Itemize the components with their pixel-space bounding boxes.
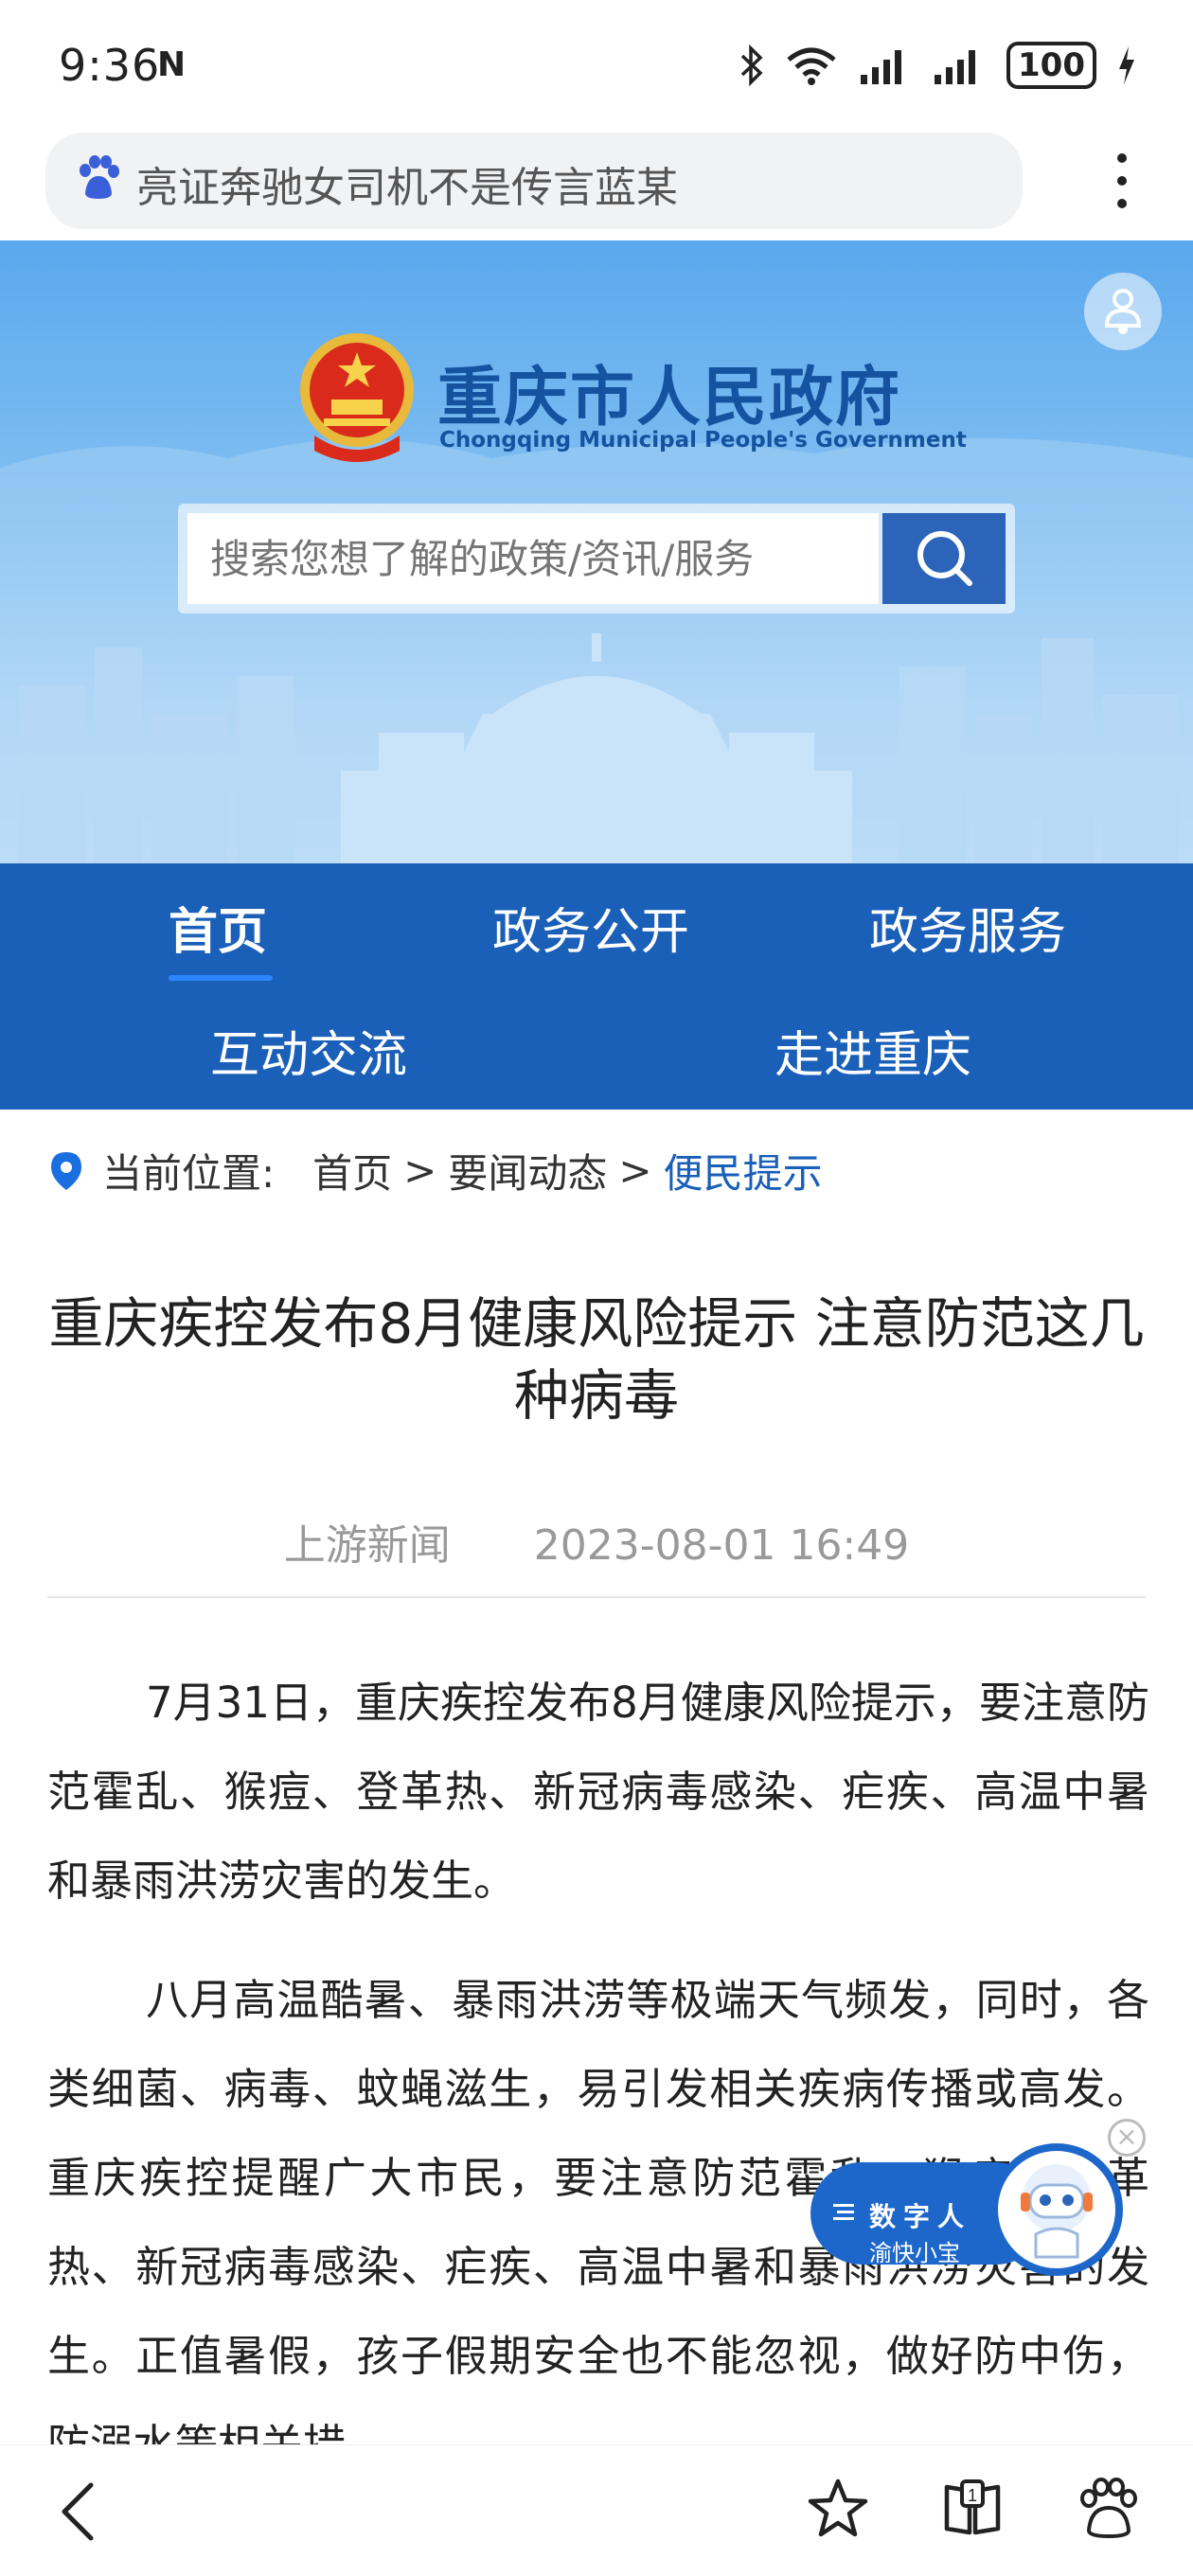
assistant-name: 渝快小宝 <box>869 2240 960 2266</box>
browser-bottom-bar: 1 <box>0 2444 1193 2576</box>
status-bar: 9:36 N 100 <box>0 0 1193 133</box>
article-source: 上游新闻 <box>283 1521 451 1570</box>
site-title: 重庆市人民政府 <box>437 361 902 435</box>
breadcrumb-home[interactable]: 首页 <box>312 1142 392 1199</box>
back-icon[interactable] <box>57 2481 98 2542</box>
bluetooth-icon <box>740 44 763 86</box>
nav-about-chongqing[interactable]: 走进重庆 <box>775 1015 971 1086</box>
breadcrumb-separator: > <box>618 1147 652 1194</box>
breadcrumb-news[interactable]: 要闻动态 <box>448 1142 607 1199</box>
baidu-home-icon[interactable] <box>1077 2478 1140 2540</box>
search-icon <box>917 530 972 586</box>
location-pin-icon <box>51 1151 81 1190</box>
nfc-icon: N <box>157 45 187 84</box>
accessibility-button[interactable] <box>1084 273 1162 350</box>
site-search <box>178 504 1015 613</box>
status-icons: 100 <box>739 42 1136 89</box>
breadcrumb: 当前位置: 首页 > 要闻动态 > 便民提示 <box>49 1142 823 1199</box>
baidu-paw-icon <box>80 155 119 199</box>
site-subtitle: Chongqing Municipal People's Government <box>439 428 967 453</box>
national-emblem-logo <box>300 333 414 462</box>
wifi-icon <box>787 47 836 85</box>
nav-interaction[interactable]: 互动交流 <box>210 1015 407 1086</box>
nav-home[interactable]: 首页 <box>169 892 267 963</box>
browser-search-bar[interactable]: 亮证奔驰女司机不是传言蓝某 <box>45 133 1023 229</box>
assistant-close-icon[interactable]: × <box>1108 2119 1146 2157</box>
tabs-icon[interactable]: 1 <box>941 2478 1004 2540</box>
browser-search-text: 亮证奔驰女司机不是传言蓝某 <box>136 164 678 212</box>
breadcrumb-separator: > <box>403 1147 437 1194</box>
nav-government-affairs[interactable]: 政务公开 <box>492 892 689 963</box>
site-header: 重庆市人民政府 Chongqing Municipal People's Gov… <box>0 240 1193 863</box>
article-title: 重庆疾控发布8月健康风险提示 注意防范这几种病毒 <box>48 1291 1145 1428</box>
digital-assistant-widget[interactable]: 数字人 渝快小宝 <box>810 2143 1123 2276</box>
breadcrumb-current[interactable]: 便民提示 <box>664 1142 823 1199</box>
signal-icon-2 <box>935 50 976 84</box>
svg-text:1: 1 <box>968 2486 977 2505</box>
breadcrumb-prefix: 当前位置: <box>102 1150 276 1197</box>
menu-lines-icon <box>833 2204 854 2220</box>
site-search-field <box>187 513 879 604</box>
article-paragraph: 7月31日，重庆疾控发布8月健康风险提示，要注意防范霍乱、猴痘、登革热、新冠病毒… <box>47 1678 1149 1906</box>
main-nav: 首页 政务公开 政务服务 互动交流 走进重庆 <box>0 863 1193 1110</box>
bookmark-star-icon[interactable] <box>807 2478 869 2540</box>
nav-active-indicator <box>169 975 273 981</box>
divider <box>47 1596 1146 1598</box>
article-meta: 上游新闻 2023-08-01 16:49 <box>0 1511 1193 1572</box>
signal-icon <box>861 50 902 84</box>
site-search-button[interactable] <box>882 513 1006 604</box>
battery-indicator: 100 <box>1006 42 1096 89</box>
robot-avatar-icon <box>1021 2164 1093 2259</box>
site-search-input[interactable] <box>187 513 879 604</box>
accessibility-icon <box>1104 289 1142 334</box>
status-time: 9:36 <box>59 40 161 91</box>
nav-government-services[interactable]: 政务服务 <box>869 892 1066 963</box>
more-menu-icon[interactable] <box>1108 153 1136 210</box>
assistant-label: 数字人 <box>869 2201 972 2232</box>
article-datetime: 2023-08-01 16:49 <box>533 1521 910 1570</box>
charging-icon <box>1119 46 1134 84</box>
assistant-avatar <box>990 2143 1123 2276</box>
